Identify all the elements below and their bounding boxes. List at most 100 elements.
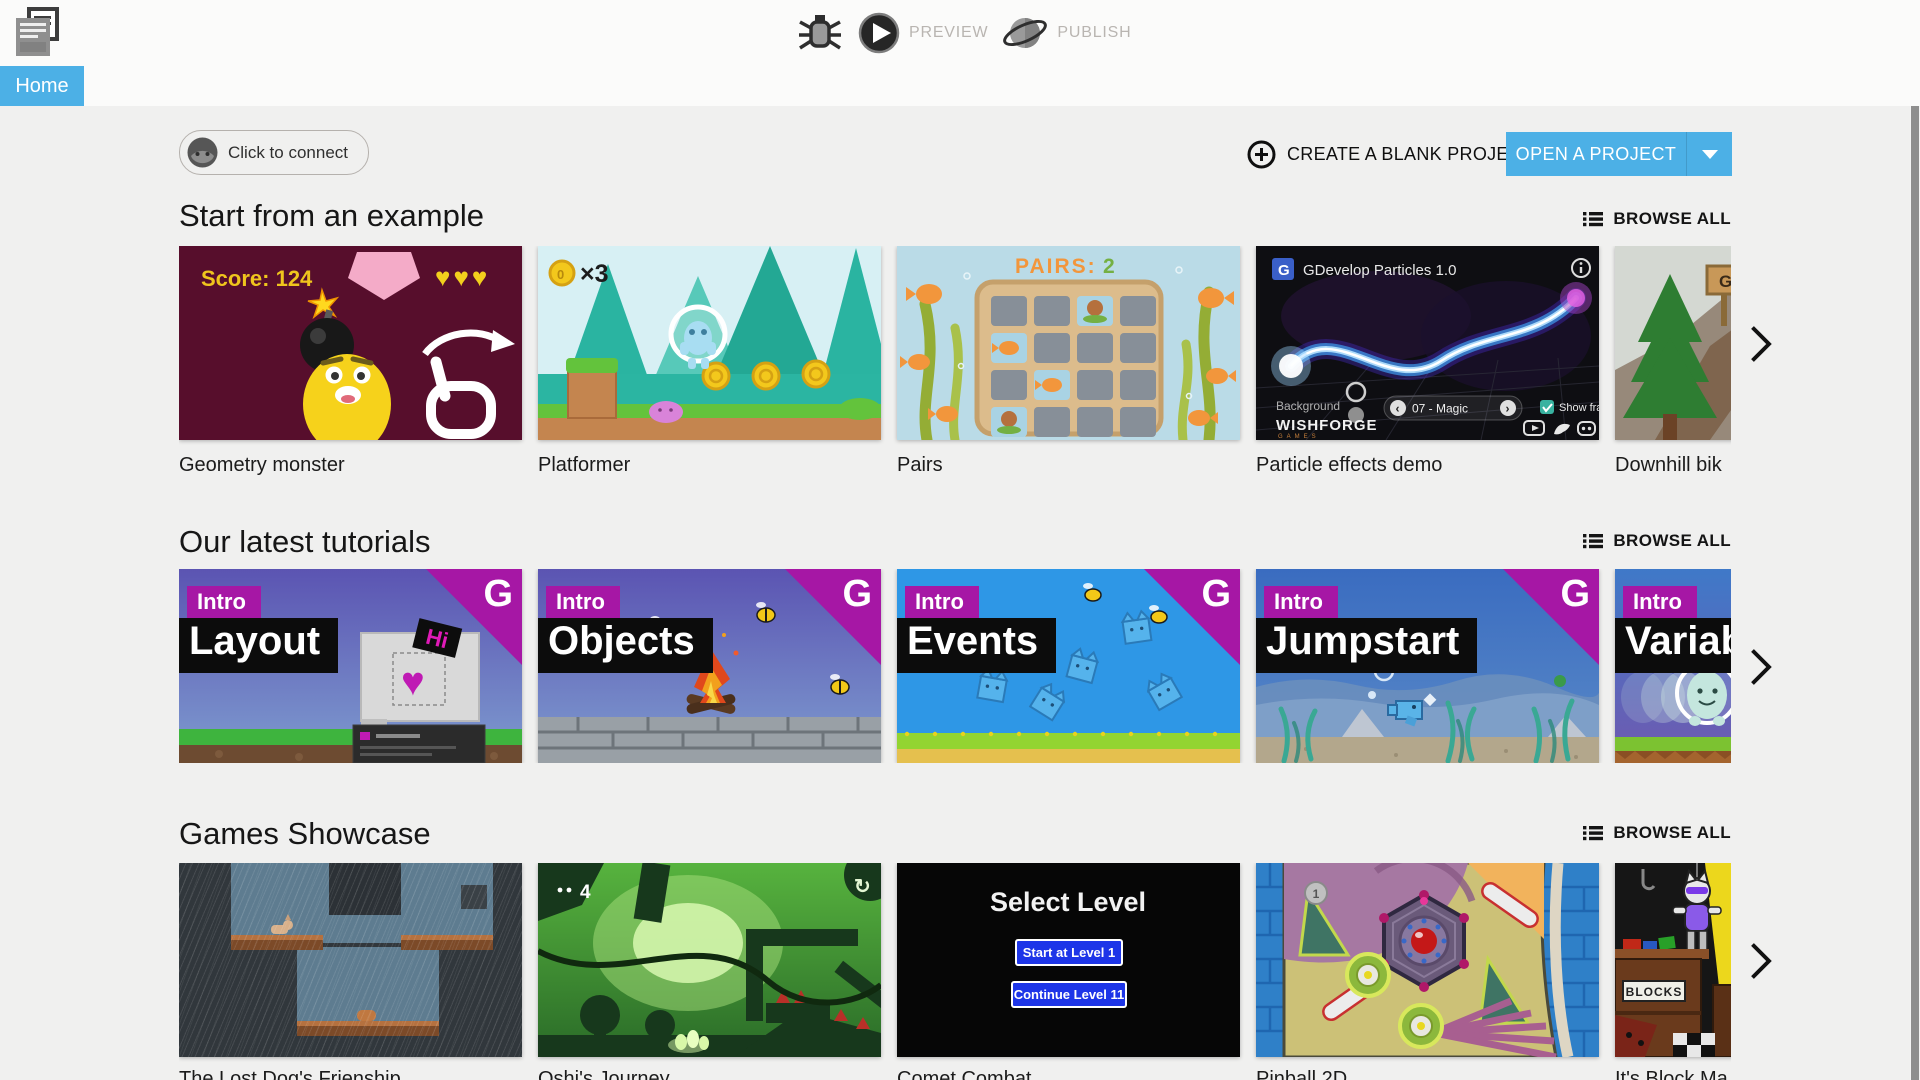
card-label-comet[interactable]: Comet Combat <box>897 1068 1032 1080</box>
open-project-dropdown[interactable] <box>1687 132 1732 176</box>
gdevelop-logo-icon: G <box>1560 573 1590 615</box>
tutorial-tag: Intro <box>187 586 261 620</box>
card-tutorial-events[interactable]: Intro Events G <box>897 569 1240 763</box>
showcase-next-arrow[interactable] <box>1742 940 1778 980</box>
list-icon <box>1583 211 1604 227</box>
chevron-down-icon <box>1701 149 1718 159</box>
card-label-geometry-monster[interactable]: Geometry monster <box>179 454 345 477</box>
coin-counter: ×3 <box>580 260 609 288</box>
tab-home[interactable]: Home <box>0 66 84 106</box>
gdevelop-logo-icon: G <box>1201 573 1231 615</box>
select-level-heading: Select Level <box>990 887 1146 917</box>
connect-button[interactable]: Click to connect <box>179 130 369 175</box>
publish-button[interactable]: PUBLISH <box>1002 12 1131 54</box>
preview-label: PREVIEW <box>909 24 989 41</box>
tutorial-title: Layout <box>179 618 339 673</box>
blocks-sign: BLOCKS <box>1626 985 1683 999</box>
create-blank-label: CREATE A BLANK PROJECT <box>1287 143 1534 164</box>
tutorial-tag: Intro <box>905 586 979 620</box>
card-oshis-journey[interactable]: 4 ↻ <box>538 863 881 1057</box>
preview-button[interactable]: PREVIEW <box>858 12 988 54</box>
tutorials-next-arrow[interactable] <box>1742 646 1778 686</box>
brand-sub-label: GAMES <box>1278 434 1320 440</box>
card-its-block[interactable]: BLOCKS <box>1615 863 1731 1057</box>
open-project-label: OPEN A PROJECT <box>1515 143 1677 164</box>
examples-section-title: Start from an example <box>179 198 484 233</box>
rain-overlay <box>179 863 522 1057</box>
show-frame-label: Show frame <box>1559 402 1599 414</box>
particle-logo-letter: G <box>1278 262 1290 279</box>
card-tutorial-variables[interactable]: +1 Intro Variab G <box>1615 569 1731 763</box>
create-blank-project-button[interactable]: CREATE A BLANK PROJECT <box>1247 132 1533 176</box>
start-level-button: Start at Level 1 <box>1023 945 1116 960</box>
card-platformer[interactable]: 0 ×3 <box>538 246 881 440</box>
header-center-actions: PREVIEW PUBLISH <box>796 0 1131 66</box>
tab-home-label: Home <box>15 74 69 97</box>
tutorials-section-title: Our latest tutorials <box>179 524 431 559</box>
tutorial-title: Objects <box>538 618 713 673</box>
gdevelop-logo-icon: G <box>483 573 513 615</box>
card-tutorial-jumpstart[interactable]: Intro Jumpstart G <box>1256 569 1599 763</box>
list-icon <box>1583 533 1604 549</box>
showcase-browse-all[interactable]: BROWSE ALL <box>1583 820 1731 846</box>
score-text: Score: 124 <box>201 266 313 291</box>
project-manager-icon[interactable] <box>12 6 64 60</box>
card-label-its-block[interactable]: It's Block Ma <box>1615 1068 1728 1080</box>
card-label-downhill[interactable]: Downhill bik <box>1615 454 1722 477</box>
gdevelop-home-screen: PREVIEW PUBLISH Home Click to connect CR… <box>0 0 1920 1080</box>
background-label: Background <box>1276 399 1340 413</box>
card-pinball[interactable]: 1 <box>1256 863 1599 1057</box>
card-geometry-monster[interactable]: Score: 124 ♥♥♥ <box>179 246 522 440</box>
card-label-oshi[interactable]: Oshi's Journey <box>538 1068 670 1080</box>
gdevelop-logo-icon: G <box>842 573 872 615</box>
tutorials-row: ♥ Hi Intro Layout G Intro Objects G Intr… <box>179 569 1731 763</box>
preset-label: 07 - Magic <box>1412 402 1468 416</box>
plus-circle-icon <box>1247 140 1276 169</box>
card-tutorial-objects[interactable]: Intro Objects G <box>538 569 881 763</box>
card-label-lost-dog[interactable]: The Lost Dog's Frienship <box>179 1068 401 1080</box>
browse-all-label: BROWSE ALL <box>1613 531 1731 550</box>
coin-icon-digit: 0 <box>557 267 564 282</box>
card-downhill[interactable]: G <box>1615 246 1731 440</box>
lives-counter: 4 <box>580 882 591 903</box>
card-label-pairs[interactable]: Pairs <box>897 454 943 477</box>
examples-next-arrow[interactable] <box>1742 323 1778 363</box>
tutorial-tag: Intro <box>1623 586 1697 620</box>
card-pairs[interactable]: PAIRS: 2 <box>897 246 1240 440</box>
examples-row: Score: 124 ♥♥♥ 0 ×3 PAIRS: 2 G GDevelop … <box>179 246 1731 486</box>
pinball-ball-number: 1 <box>1313 887 1320 901</box>
scrollbar-thumb[interactable] <box>1911 106 1919 1080</box>
tutorial-tag: Intro <box>1264 586 1338 620</box>
preset-next-icon: › <box>1506 402 1510 416</box>
open-project-button[interactable]: OPEN A PROJECT <box>1506 132 1732 176</box>
pairs-count: 2 <box>1103 255 1115 278</box>
card-label-pinball[interactable]: Pinball 2D <box>1256 1068 1347 1080</box>
card-comet-combat[interactable]: Select Level Start at Level 1 Continue L… <box>897 863 1240 1057</box>
card-tutorial-layout[interactable]: ♥ Hi Intro Layout G <box>179 569 522 763</box>
browse-all-label: BROWSE ALL <box>1613 823 1731 842</box>
continue-level-button: Continue Level 11 <box>1014 987 1125 1002</box>
sign-letter: G <box>1719 272 1731 291</box>
card-particle-effects[interactable]: G GDevelop Particles 1.0 Background ‹ 07… <box>1256 246 1599 440</box>
connect-label: Click to connect <box>228 142 348 162</box>
particle-app-title: GDevelop Particles 1.0 <box>1303 262 1456 279</box>
list-icon <box>1583 825 1604 841</box>
card-label-platformer[interactable]: Platformer <box>538 454 630 477</box>
svg-text:♥: ♥ <box>401 660 425 704</box>
tutorial-title: Variab <box>1615 618 1731 673</box>
tutorials-browse-all[interactable]: BROWSE ALL <box>1583 528 1731 554</box>
card-label-particle[interactable]: Particle effects demo <box>1256 454 1442 477</box>
tutorial-tag: Intro <box>546 586 620 620</box>
restart-icon: ↻ <box>854 876 871 898</box>
pairs-title: PAIRS: <box>1015 255 1097 278</box>
scrollbar-track[interactable] <box>1910 106 1920 1080</box>
play-icon <box>858 12 900 54</box>
examples-browse-all[interactable]: BROWSE ALL <box>1583 206 1731 232</box>
debugger-icon[interactable] <box>796 10 844 56</box>
planet-icon <box>1002 12 1048 54</box>
tutorial-title: Events <box>897 618 1057 673</box>
brand-label: WISHFORGE <box>1276 417 1378 434</box>
profile-face-icon <box>187 137 218 168</box>
preset-prev-icon: ‹ <box>1396 402 1400 416</box>
card-lost-dog[interactable] <box>179 863 522 1057</box>
